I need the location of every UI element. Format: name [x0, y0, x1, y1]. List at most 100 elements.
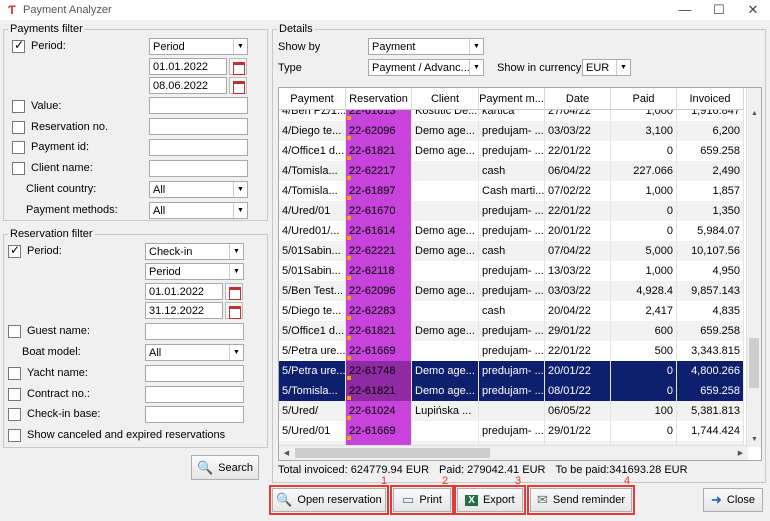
- table-row[interactable]: 4/Office1 d... 22-61821 Demo age... preduja…: [279, 141, 744, 161]
- maximize-button[interactable]: ☐: [702, 0, 736, 20]
- column-header[interactable]: Paid: [611, 88, 677, 109]
- search-button[interactable]: 🔍 Search: [191, 455, 259, 480]
- rf-period-row: Period:: [8, 242, 62, 260]
- pf-date-from[interactable]: 01.01.2022: [149, 58, 227, 75]
- horizontal-scrollbar[interactable]: ◀ ▶: [279, 445, 748, 460]
- column-header[interactable]: Date: [545, 88, 611, 109]
- open-reservation-button[interactable]: 🔍 Open reservation: [269, 485, 389, 515]
- cell-paid: 0: [611, 381, 677, 401]
- callout-2: 2: [442, 475, 449, 487]
- calendar-icon[interactable]: [229, 58, 247, 75]
- pf-client-country-select[interactable]: All ▼: [149, 181, 248, 198]
- title-bar: Ƭ Payment Analyzer — ☐ ✕: [0, 0, 770, 20]
- pf-value-checkbox[interactable]: [12, 99, 25, 113]
- cell-date: 07/04/22: [545, 241, 611, 261]
- rf-contract-input[interactable]: [145, 386, 244, 403]
- table-row[interactable]: 4/Diego te... 22-62096 Demo age... predujam…: [279, 121, 744, 141]
- pf-client-name-input[interactable]: [149, 160, 248, 177]
- pf-reservation-input[interactable]: [149, 118, 248, 135]
- column-header[interactable]: Payment: [279, 88, 346, 109]
- pf-value-input[interactable]: [149, 97, 248, 114]
- pf-period-row: Period:: [12, 37, 66, 55]
- payments-table: 4/Ben PZ/1... 22-61613 Kosutic De... kartic…: [278, 87, 762, 461]
- horizontal-scroll-thumb[interactable]: [295, 448, 490, 458]
- rf-guest-name-input[interactable]: [145, 323, 244, 340]
- table-row[interactable]: 5/Tomisla... 22-61821 Demo age... predujam-…: [279, 381, 744, 401]
- minimize-button[interactable]: —: [668, 0, 702, 20]
- rf-date-from[interactable]: 01.01.2022: [145, 283, 223, 300]
- export-label: Export: [482, 494, 515, 506]
- type-select[interactable]: Payment / Advanc... ▼: [368, 59, 484, 76]
- cell-invoiced: 9,857.143: [677, 281, 744, 301]
- cell-client: [412, 161, 479, 181]
- table-row[interactable]: 5/Ured/22-61024 Lupińska ... 06/05/22 100 5,…: [279, 401, 744, 421]
- close-button[interactable]: ➜ Close: [703, 488, 763, 512]
- rf-period-type-select[interactable]: Check-in ▼: [145, 243, 244, 260]
- pf-value-row: Value:: [12, 97, 61, 115]
- rf-boat-model-select[interactable]: All ▼: [145, 344, 244, 361]
- cell-method: predujam- ...: [479, 321, 545, 341]
- pf-date-to[interactable]: 08.06.2022: [149, 77, 227, 94]
- cell-paid: 0: [611, 141, 677, 161]
- cell-date: 08/01/22: [545, 381, 611, 401]
- table-row[interactable]: 5/01Sabin... 22-62118 predujam- ... 13/03/2…: [279, 261, 744, 281]
- rf-show-canceled-checkbox[interactable]: [8, 428, 21, 442]
- rf-checkin-base-checkbox[interactable]: [8, 407, 21, 421]
- calendar-icon[interactable]: [229, 77, 247, 94]
- table-row[interactable]: 5/01Sabin... 22-62221 Demo age... cash 07/04…: [279, 241, 744, 261]
- calendar-icon[interactable]: [225, 283, 243, 300]
- rf-period-checkbox[interactable]: [8, 243, 21, 258]
- callout-4: 4: [624, 475, 631, 487]
- table-row[interactable]: 5/Ben Test... 22-62096 Demo age... predujam…: [279, 281, 744, 301]
- vertical-scrollbar[interactable]: ▲ ▼: [746, 88, 761, 447]
- rf-contract-checkbox[interactable]: [8, 387, 21, 401]
- rf-yacht-name-checkbox[interactable]: [8, 366, 21, 380]
- scroll-left-icon[interactable]: ◀: [279, 446, 294, 460]
- cell-reservation: 22-61821: [346, 381, 412, 401]
- rf-yacht-name-input[interactable]: [145, 365, 244, 382]
- rf-boat-model-row: Boat model:: [22, 343, 81, 361]
- pf-payment-id-input[interactable]: [149, 139, 248, 156]
- column-header[interactable]: Reservation: [346, 88, 412, 109]
- cell-method: predujam- ...: [479, 201, 545, 221]
- pf-client-name-checkbox[interactable]: [12, 161, 25, 175]
- table-row[interactable]: 5/Office1 d... 22-61821 Demo age... preduja…: [279, 321, 744, 341]
- cell-client: Demo age...: [412, 121, 479, 141]
- column-header[interactable]: Payment m...: [479, 88, 545, 109]
- table-row[interactable]: 5/Petra ure... 22-61669 predujam- ... 22/01…: [279, 341, 744, 361]
- currency-select[interactable]: EUR ▼: [582, 59, 631, 76]
- calendar-icon[interactable]: [225, 302, 243, 319]
- table-row[interactable]: 4/Tomisla... 22-62217 cash 06/04/22 227.066 2…: [279, 161, 744, 181]
- column-header[interactable]: Invoiced: [677, 88, 744, 109]
- cell-date: 20/01/22: [545, 361, 611, 381]
- rf-period-select[interactable]: Period ▼: [145, 263, 244, 280]
- send-reminder-button[interactable]: ✉ Send reminder: [527, 485, 635, 515]
- rf-guest-name-checkbox[interactable]: [8, 324, 21, 338]
- column-header[interactable]: Client: [412, 88, 479, 109]
- table-row[interactable]: 5/Petra ure... 22-61748 Demo age... preduja…: [279, 361, 744, 381]
- print-button[interactable]: ▭ Print: [390, 485, 454, 515]
- send-reminder-label: Send reminder: [552, 494, 626, 506]
- scroll-up-icon[interactable]: ▲: [747, 106, 761, 121]
- cell-paid: 5,000: [611, 241, 677, 261]
- table-row[interactable]: 4/Ured/01 22-61670 predujam- ... 22/01/22 0 1…: [279, 201, 744, 221]
- pf-payment-methods-select[interactable]: All ▼: [149, 202, 248, 219]
- rf-checkin-base-row: Check-in base:: [8, 405, 100, 423]
- scroll-down-icon[interactable]: ▼: [747, 432, 761, 447]
- pf-payment-id-checkbox[interactable]: [12, 140, 25, 154]
- rf-date-to[interactable]: 31.12.2022: [145, 302, 223, 319]
- show-by-select[interactable]: Payment ▼: [368, 38, 484, 55]
- close-window-button[interactable]: ✕: [736, 0, 770, 20]
- scroll-right-icon[interactable]: ▶: [733, 446, 748, 460]
- pf-period-select[interactable]: Period ▼: [149, 38, 248, 55]
- rf-checkin-base-input[interactable]: [145, 406, 244, 423]
- pf-reservation-checkbox[interactable]: [12, 120, 25, 134]
- pf-period-checkbox[interactable]: [12, 38, 25, 53]
- table-row[interactable]: 4/Tomisla... 22-61897 Cash marti... 07/02/2…: [279, 181, 744, 201]
- table-row[interactable]: 4/Ured01/... 22-61614 Demo age... predujam-…: [279, 221, 744, 241]
- table-row[interactable]: 5/Ured/01 22-61669 predujam- ... 29/01/22 0 1…: [279, 421, 744, 441]
- table-row[interactable]: 5/Diego te... 22-62283 cash 20/04/22 2,417 4,…: [279, 301, 744, 321]
- excel-icon: X: [465, 494, 478, 506]
- vertical-scroll-thumb[interactable]: [749, 338, 759, 388]
- export-button[interactable]: X Export: [454, 485, 526, 515]
